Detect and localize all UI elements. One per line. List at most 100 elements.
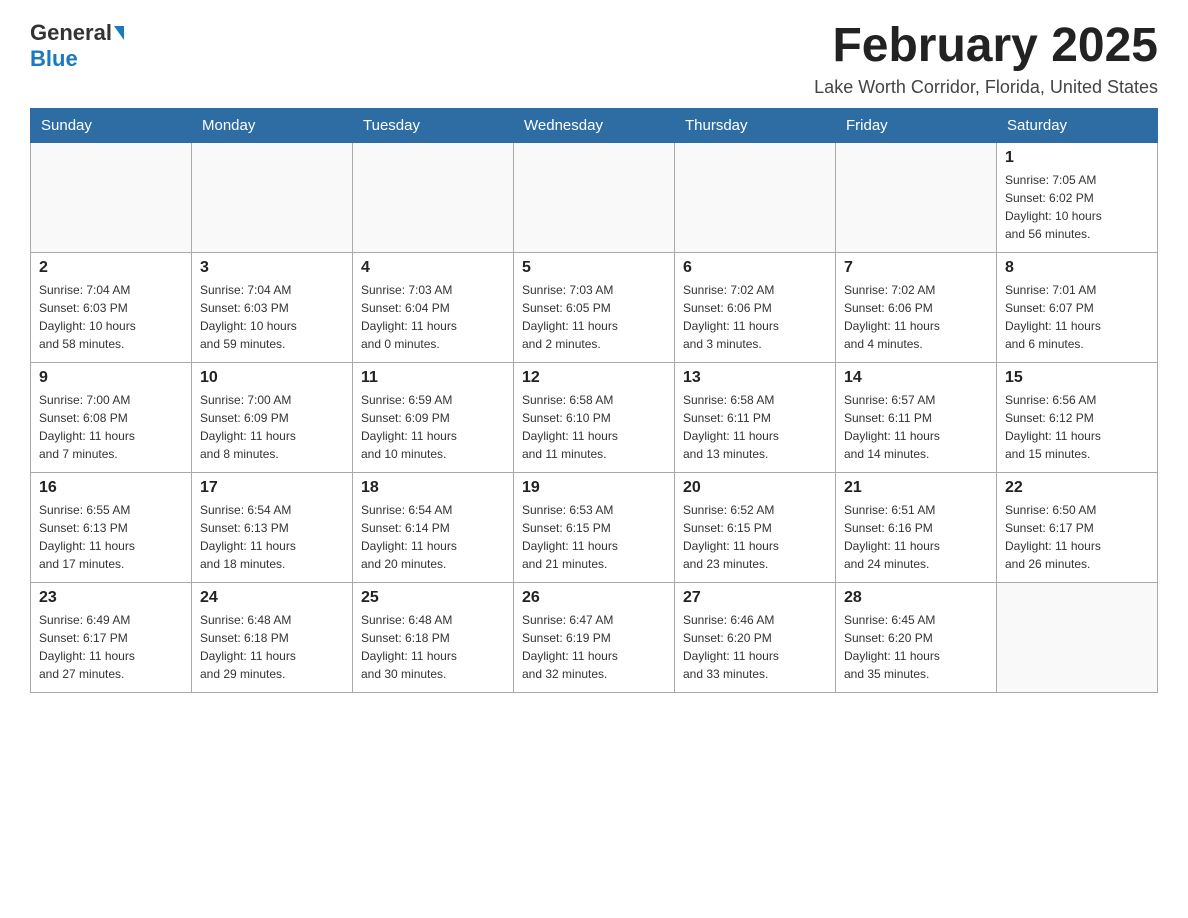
day-number: 6 [683,259,827,277]
calendar-subtitle: Lake Worth Corridor, Florida, United Sta… [814,77,1158,98]
day-number: 22 [1005,479,1149,497]
day-info: Sunrise: 7:02 AM Sunset: 6:06 PM Dayligh… [683,281,827,353]
day-info: Sunrise: 6:50 AM Sunset: 6:17 PM Dayligh… [1005,501,1149,573]
day-number: 20 [683,479,827,497]
calendar-cell: 14 Sunrise: 6:57 AM Sunset: 6:11 PM Dayli… [836,362,997,472]
calendar-cell: 23 Sunrise: 6:49 AM Sunset: 6:17 PM Dayli… [31,582,192,692]
calendar-cell: 6 Sunrise: 7:02 AM Sunset: 6:06 PM Daylig… [675,252,836,362]
logo-blue-text: Blue [30,46,78,71]
day-info: Sunrise: 6:58 AM Sunset: 6:11 PM Dayligh… [683,391,827,463]
day-info: Sunrise: 7:05 AM Sunset: 6:02 PM Dayligh… [1005,171,1149,243]
week-row-1: 1Sunrise: 7:05 AM Sunset: 6:02 PM Daylig… [31,142,1158,252]
calendar-cell: 2 Sunrise: 7:04 AM Sunset: 6:03 PM Daylig… [31,252,192,362]
calendar-cell: 28 Sunrise: 6:45 AM Sunset: 6:20 PM Dayli… [836,582,997,692]
column-header-friday: Friday [836,108,997,142]
calendar-cell: 7 Sunrise: 7:02 AM Sunset: 6:06 PM Daylig… [836,252,997,362]
day-number: 17 [200,479,344,497]
column-header-sunday: Sunday [31,108,192,142]
day-info: Sunrise: 7:03 AM Sunset: 6:04 PM Dayligh… [361,281,505,353]
day-info: Sunrise: 6:52 AM Sunset: 6:15 PM Dayligh… [683,501,827,573]
calendar-cell: 8 Sunrise: 7:01 AM Sunset: 6:07 PM Daylig… [997,252,1158,362]
week-row-5: 23 Sunrise: 6:49 AM Sunset: 6:17 PM Dayli… [31,582,1158,692]
calendar-header-row: SundayMondayTuesdayWednesdayThursdayFrid… [31,108,1158,142]
day-number: 27 [683,589,827,607]
calendar-cell [353,142,514,252]
calendar-table: SundayMondayTuesdayWednesdayThursdayFrid… [30,108,1158,693]
day-number: 5 [522,259,666,277]
day-number: 16 [39,479,183,497]
day-info: Sunrise: 6:47 AM Sunset: 6:19 PM Dayligh… [522,611,666,683]
day-info: Sunrise: 6:59 AM Sunset: 6:09 PM Dayligh… [361,391,505,463]
title-section: February 2025 Lake Worth Corridor, Flori… [814,20,1158,98]
column-header-tuesday: Tuesday [353,108,514,142]
day-info: Sunrise: 6:53 AM Sunset: 6:15 PM Dayligh… [522,501,666,573]
calendar-cell [514,142,675,252]
day-number: 3 [200,259,344,277]
day-number: 14 [844,369,988,387]
day-number: 11 [361,369,505,387]
column-header-wednesday: Wednesday [514,108,675,142]
day-info: Sunrise: 6:48 AM Sunset: 6:18 PM Dayligh… [361,611,505,683]
calendar-cell: 22 Sunrise: 6:50 AM Sunset: 6:17 PM Dayli… [997,472,1158,582]
calendar-cell: 3Sunrise: 7:04 AM Sunset: 6:03 PM Daylig… [192,252,353,362]
column-header-saturday: Saturday [997,108,1158,142]
calendar-cell: 24Sunrise: 6:48 AM Sunset: 6:18 PM Dayli… [192,582,353,692]
calendar-cell: 1Sunrise: 7:05 AM Sunset: 6:02 PM Daylig… [997,142,1158,252]
week-row-3: 9Sunrise: 7:00 AM Sunset: 6:08 PM Daylig… [31,362,1158,472]
day-number: 21 [844,479,988,497]
logo: General Blue [30,20,124,72]
logo-triangle-icon [114,26,124,40]
day-number: 4 [361,259,505,277]
column-header-monday: Monday [192,108,353,142]
day-info: Sunrise: 6:57 AM Sunset: 6:11 PM Dayligh… [844,391,988,463]
calendar-cell [31,142,192,252]
calendar-cell: 20 Sunrise: 6:52 AM Sunset: 6:15 PM Dayli… [675,472,836,582]
day-info: Sunrise: 6:58 AM Sunset: 6:10 PM Dayligh… [522,391,666,463]
day-info: Sunrise: 6:56 AM Sunset: 6:12 PM Dayligh… [1005,391,1149,463]
day-number: 8 [1005,259,1149,277]
day-info: Sunrise: 7:03 AM Sunset: 6:05 PM Dayligh… [522,281,666,353]
calendar-cell: 11 Sunrise: 6:59 AM Sunset: 6:09 PM Dayli… [353,362,514,472]
calendar-cell: 19 Sunrise: 6:53 AM Sunset: 6:15 PM Dayli… [514,472,675,582]
day-number: 18 [361,479,505,497]
day-number: 25 [361,589,505,607]
day-info: Sunrise: 6:49 AM Sunset: 6:17 PM Dayligh… [39,611,183,683]
calendar-cell: 4 Sunrise: 7:03 AM Sunset: 6:04 PM Daylig… [353,252,514,362]
calendar-cell: 9Sunrise: 7:00 AM Sunset: 6:08 PM Daylig… [31,362,192,472]
day-number: 15 [1005,369,1149,387]
day-info: Sunrise: 6:51 AM Sunset: 6:16 PM Dayligh… [844,501,988,573]
week-row-2: 2 Sunrise: 7:04 AM Sunset: 6:03 PM Daylig… [31,252,1158,362]
calendar-cell: 21 Sunrise: 6:51 AM Sunset: 6:16 PM Dayli… [836,472,997,582]
calendar-cell: 26 Sunrise: 6:47 AM Sunset: 6:19 PM Dayli… [514,582,675,692]
calendar-title: February 2025 [814,20,1158,73]
day-number: 26 [522,589,666,607]
calendar-cell: 15 Sunrise: 6:56 AM Sunset: 6:12 PM Dayli… [997,362,1158,472]
column-header-thursday: Thursday [675,108,836,142]
calendar-cell: 5 Sunrise: 7:03 AM Sunset: 6:05 PM Daylig… [514,252,675,362]
day-info: Sunrise: 7:04 AM Sunset: 6:03 PM Dayligh… [39,281,183,353]
day-info: Sunrise: 7:02 AM Sunset: 6:06 PM Dayligh… [844,281,988,353]
calendar-cell: 27 Sunrise: 6:46 AM Sunset: 6:20 PM Dayli… [675,582,836,692]
logo-general-text: General [30,20,112,46]
day-info: Sunrise: 6:54 AM Sunset: 6:14 PM Dayligh… [361,501,505,573]
calendar-cell: 17 Sunrise: 6:54 AM Sunset: 6:13 PM Dayli… [192,472,353,582]
calendar-cell: 18 Sunrise: 6:54 AM Sunset: 6:14 PM Dayli… [353,472,514,582]
day-info: Sunrise: 6:45 AM Sunset: 6:20 PM Dayligh… [844,611,988,683]
day-number: 23 [39,589,183,607]
day-info: Sunrise: 6:54 AM Sunset: 6:13 PM Dayligh… [200,501,344,573]
day-info: Sunrise: 7:00 AM Sunset: 6:09 PM Dayligh… [200,391,344,463]
day-number: 7 [844,259,988,277]
day-number: 24 [200,589,344,607]
day-info: Sunrise: 6:46 AM Sunset: 6:20 PM Dayligh… [683,611,827,683]
day-number: 28 [844,589,988,607]
day-info: Sunrise: 6:55 AM Sunset: 6:13 PM Dayligh… [39,501,183,573]
calendar-cell: 10Sunrise: 7:00 AM Sunset: 6:09 PM Dayli… [192,362,353,472]
day-info: Sunrise: 7:01 AM Sunset: 6:07 PM Dayligh… [1005,281,1149,353]
day-number: 12 [522,369,666,387]
calendar-cell: 25 Sunrise: 6:48 AM Sunset: 6:18 PM Dayli… [353,582,514,692]
day-info: Sunrise: 7:00 AM Sunset: 6:08 PM Dayligh… [39,391,183,463]
day-number: 2 [39,259,183,277]
day-number: 19 [522,479,666,497]
calendar-cell [836,142,997,252]
calendar-cell [675,142,836,252]
